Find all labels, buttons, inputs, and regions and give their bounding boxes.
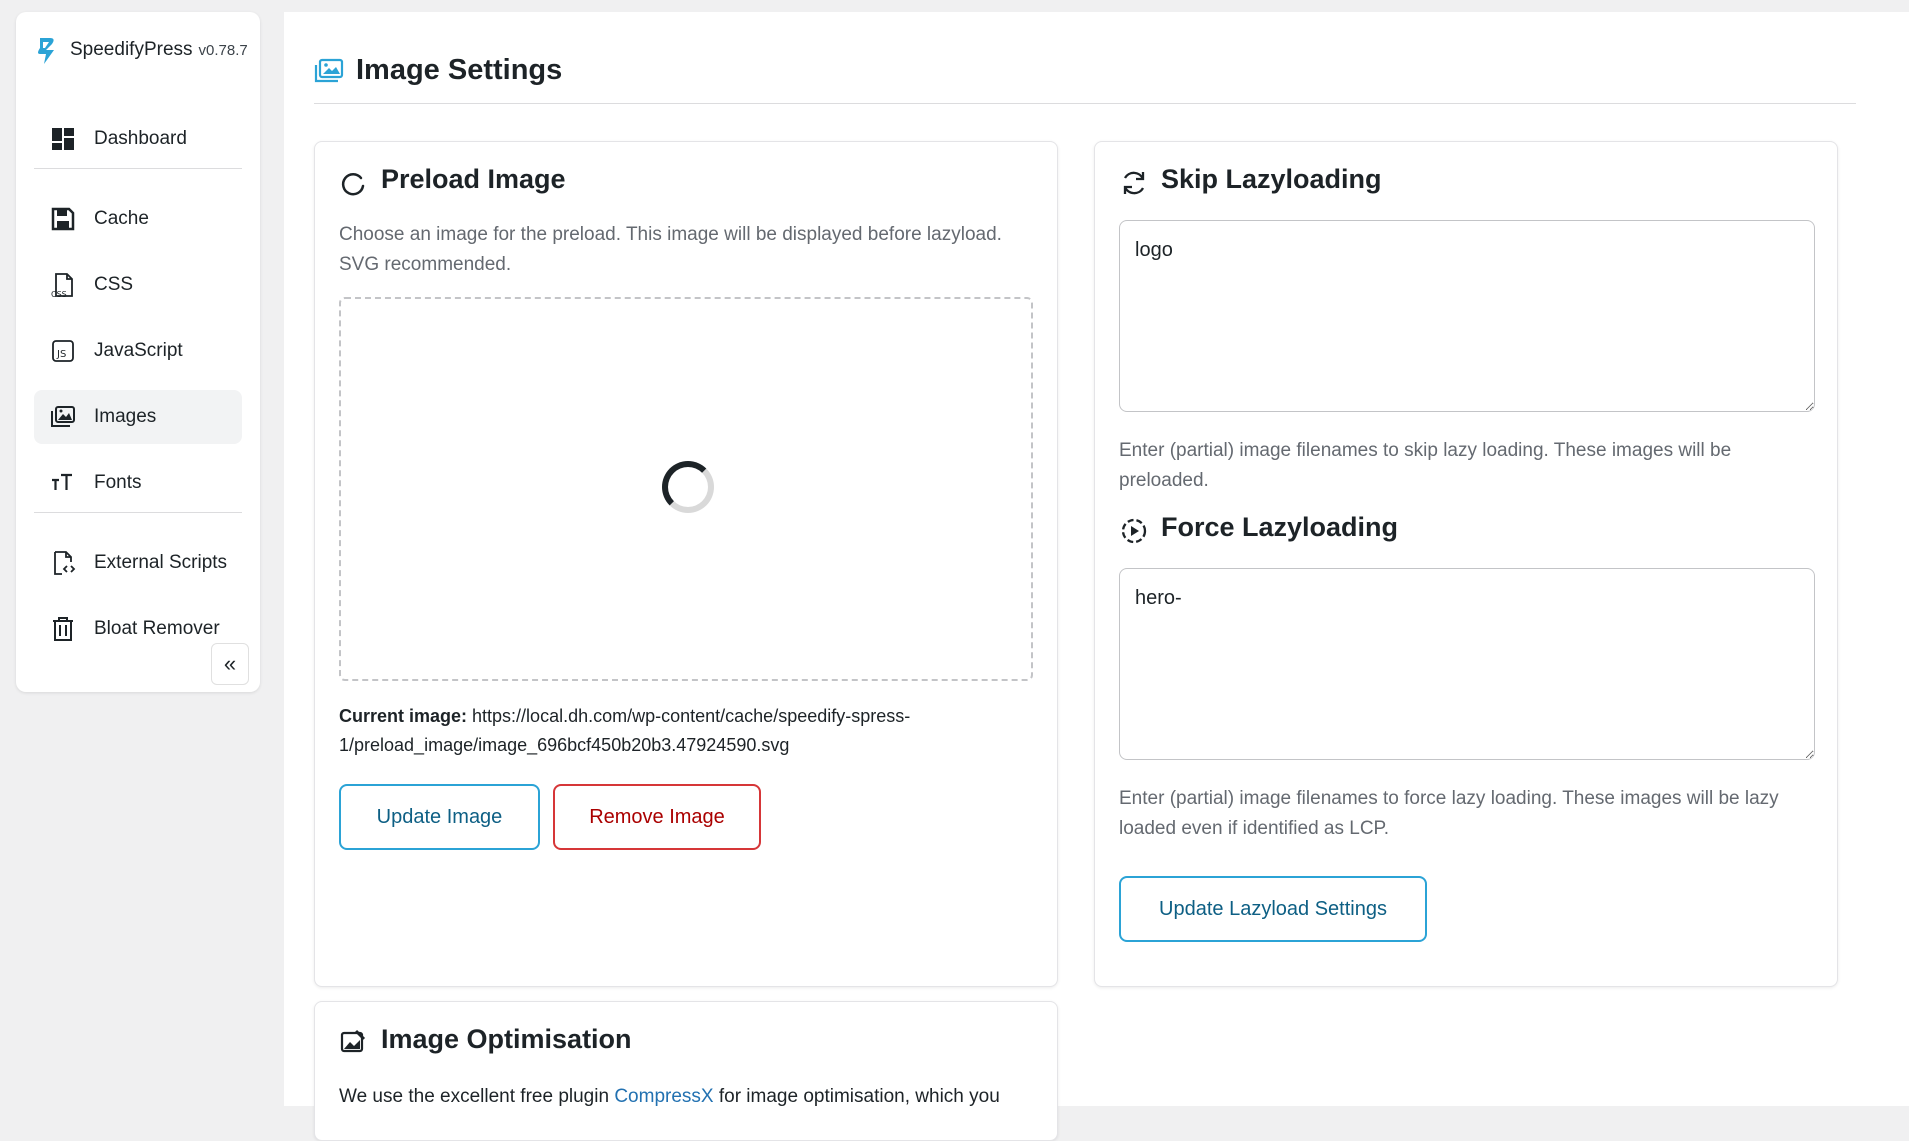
nav-divider — [34, 512, 242, 513]
sidebar-item-external-scripts[interactable]: External Scripts — [34, 536, 242, 590]
sidebar-item-label: External Scripts — [94, 552, 228, 573]
page-header: Image Settings — [314, 46, 1856, 104]
brand[interactable]: SpeedifyPress v0.78.7 — [34, 34, 248, 66]
page-title: Image Settings — [356, 54, 563, 86]
images-icon — [314, 58, 344, 83]
preload-image-card: Preload Image Choose an image for the pr… — [314, 141, 1058, 987]
force-lazyloading-input[interactable] — [1119, 568, 1815, 760]
optimisation-text-before: We use the excellent free plugin — [339, 1086, 615, 1107]
nav-divider — [34, 168, 242, 169]
save-icon — [51, 207, 75, 231]
loading-spinner-icon — [662, 461, 714, 513]
app-name: SpeedifyPress — [70, 39, 193, 60]
sidebar-item-label: Cache — [94, 208, 149, 229]
play-circle-icon — [1121, 518, 1147, 544]
preload-image-title: Preload Image — [381, 164, 566, 194]
update-image-button[interactable]: Update Image — [339, 784, 540, 850]
current-image-path: Current image: https://local.dh.com/wp-c… — [339, 702, 1039, 760]
css-file-icon: CSS — [51, 273, 73, 298]
external-script-icon — [54, 551, 76, 575]
skip-lazyloading-title: Skip Lazyloading — [1161, 164, 1382, 194]
trash-icon — [53, 617, 73, 641]
skip-lazyloading-input[interactable] — [1119, 220, 1815, 412]
image-optimisation-text: We use the excellent free plugin Compres… — [339, 1082, 1039, 1112]
sidebar-item-dashboard[interactable]: Dashboard — [34, 112, 242, 166]
font-size-icon — [52, 473, 72, 490]
sidebar-item-css[interactable]: CSS CSS — [34, 258, 242, 312]
svg-text:JS: JS — [56, 349, 66, 360]
sidebar-item-label: Dashboard — [94, 128, 187, 149]
sidebar-item-label: Fonts — [94, 472, 142, 493]
sidebar-item-cache[interactable]: Cache — [34, 192, 242, 246]
image-edit-icon — [340, 1029, 366, 1053]
loading-spinner-icon — [341, 173, 365, 196]
sidebar-item-javascript[interactable]: JS JavaScript — [34, 324, 242, 378]
preload-image-description: Choose an image for the preload. This im… — [339, 224, 1002, 275]
sidebar-item-label: CSS — [94, 274, 134, 295]
current-image-label: Current image: — [339, 706, 468, 726]
collapse-sidebar-button[interactable]: « — [211, 643, 249, 685]
js-file-icon: JS — [52, 340, 74, 362]
sidebar-item-fonts[interactable]: Fonts — [34, 456, 242, 510]
sidebar-item-label: Bloat Remover — [94, 618, 220, 639]
refresh-icon — [1123, 171, 1145, 195]
speedifypress-logo-icon — [38, 38, 54, 64]
sidebar: SpeedifyPress v0.78.7 Dashboard Cache CS… — [16, 12, 260, 692]
skip-lazyloading-help: Enter (partial) image filenames to skip … — [1119, 440, 1732, 491]
update-lazyload-settings-button[interactable]: Update Lazyload Settings — [1119, 876, 1427, 942]
svg-text:CSS: CSS — [51, 290, 67, 298]
image-dropzone[interactable] — [339, 297, 1033, 681]
image-optimisation-title: Image Optimisation — [381, 1024, 632, 1054]
app-version: v0.78.7 — [198, 41, 248, 59]
images-icon — [51, 406, 75, 427]
remove-image-button[interactable]: Remove Image — [553, 784, 761, 850]
main-content: Image Settings Preload Image Choose an i… — [284, 12, 1909, 1141]
sidebar-item-images[interactable]: Images — [34, 390, 242, 444]
dashboard-icon — [52, 128, 74, 150]
image-optimisation-card: Image Optimisation We use the excellent … — [314, 1001, 1058, 1141]
sidebar-item-label: JavaScript — [94, 340, 183, 361]
sidebar-item-label: Images — [94, 406, 157, 427]
lazyloading-card: Skip Lazyloading Enter (partial) image f… — [1094, 141, 1838, 987]
compressx-link[interactable]: CompressX — [614, 1086, 713, 1107]
chevrons-left-icon: « — [223, 651, 237, 676]
force-lazyloading-help: Enter (partial) image filenames to force… — [1119, 788, 1779, 839]
force-lazyloading-title: Force Lazyloading — [1161, 512, 1399, 542]
optimisation-text-after: for image optimisation, which you — [713, 1086, 1000, 1107]
